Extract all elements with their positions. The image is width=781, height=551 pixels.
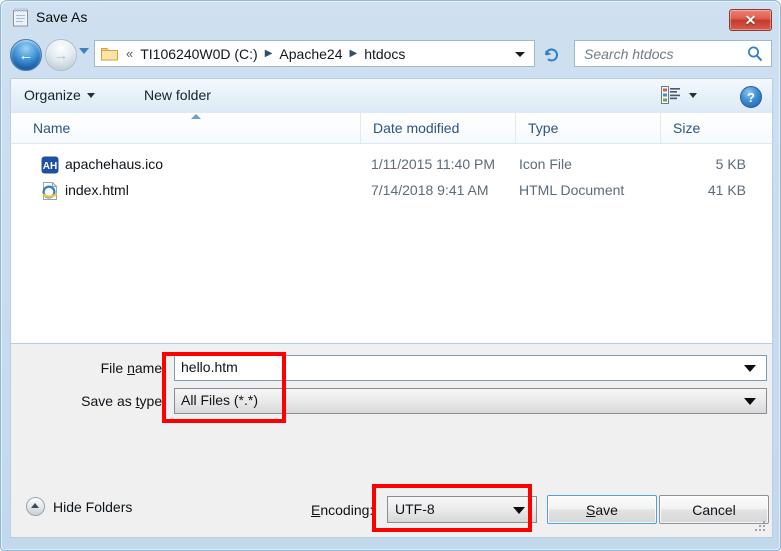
hide-folders-label: Hide Folders <box>53 498 133 515</box>
close-icon: ✕ <box>744 11 757 28</box>
organize-label: Organize <box>24 87 81 103</box>
column-header-size-label: Size <box>673 120 701 136</box>
cancel-label: Cancel <box>692 501 736 518</box>
file-name-label-accel: n <box>127 360 135 376</box>
column-header-size[interactable]: Size <box>661 113 756 143</box>
encoding-label-accel: E <box>311 502 321 518</box>
breadcrumb-separator-icon: ▶ <box>264 48 273 59</box>
column-header-date-modified[interactable]: Date modified <box>361 113 516 143</box>
triangle-down-icon[interactable] <box>513 507 525 514</box>
save-type-label-post: ype: <box>139 393 166 409</box>
breadcrumb-item-htdocs[interactable]: htdocs <box>364 46 405 62</box>
triangle-down-icon <box>86 92 95 98</box>
encoding-dropdown[interactable]: UTF-8 <box>387 496 537 523</box>
breadcrumb-item-drive[interactable]: TI106240W0D (C:) <box>140 46 257 62</box>
save-type-label-pre: Save as <box>81 393 136 409</box>
organize-button[interactable]: Organize <box>24 87 95 103</box>
save-label-post: ave <box>595 501 618 518</box>
file-size-cell: 41 KB <box>707 182 746 198</box>
help-button[interactable]: ? <box>740 86 762 108</box>
save-label-accel: S <box>586 501 596 518</box>
back-arrow-icon: ← <box>18 46 34 64</box>
save-as-type-label: Save as type: <box>31 393 166 409</box>
dialog-footer: Hide Folders Encoding: UTF-8 Save Cancel <box>10 474 773 538</box>
file-name-input[interactable]: hello.htm <box>174 355 767 381</box>
apachehaus-ico-icon: AH <box>41 156 59 174</box>
new-folder-button[interactable]: New folder <box>144 87 211 103</box>
column-header-type-label: Type <box>528 120 559 136</box>
save-as-type-dropdown[interactable]: All Files (*.*) <box>174 388 767 414</box>
file-date-cell: 1/11/2015 11:40 PM <box>371 156 496 172</box>
column-header-name-label: Name <box>33 120 71 136</box>
search-input[interactable]: Search htdocs <box>574 40 772 67</box>
search-placeholder: Search htdocs <box>584 46 674 62</box>
save-as-type-value: All Files (*.*) <box>181 392 259 408</box>
history-dropdown-icon[interactable] <box>79 48 89 54</box>
breadcrumb-separator-icon: ▶ <box>349 48 358 59</box>
refresh-icon <box>544 47 558 61</box>
file-name-value: hello.htm <box>181 359 238 375</box>
encoding-label-post: ncoding: <box>320 502 374 518</box>
close-button[interactable]: ✕ <box>729 9 772 31</box>
breadcrumb-item-apache24[interactable]: Apache24 <box>279 46 342 62</box>
address-bar[interactable]: « TI106240W0D (C:) ▶ Apache24 ▶ htdocs <box>94 40 535 67</box>
encoding-label: Encoding: <box>311 502 373 518</box>
cancel-button[interactable]: Cancel <box>659 495 769 524</box>
table-row[interactable]: index.html 7/14/2018 9:41 AM HTML Docume… <box>11 178 772 204</box>
triangle-down-icon[interactable] <box>744 398 756 405</box>
table-row[interactable]: AH apachehaus.ico 1/11/2015 11:40 PM Ico… <box>11 152 772 178</box>
file-name-label-pre: File <box>100 360 128 376</box>
search-icon <box>748 46 763 62</box>
navigation-bar: ← → « TI106240W0D (C:) ▶ Apache24 ▶ htdo… <box>1 34 781 76</box>
triangle-down-icon <box>689 92 697 98</box>
file-size-cell: 5 KB <box>715 156 746 172</box>
file-date-cell: 7/14/2018 9:41 AM <box>371 182 489 198</box>
column-header-type[interactable]: Type <box>516 113 661 143</box>
collapse-up-icon <box>26 497 45 516</box>
file-name-cell: index.html <box>65 182 129 198</box>
explorer-toolbar: Organize New folder ? <box>10 78 773 113</box>
column-header-row: Name Date modified Type Size <box>10 113 773 144</box>
address-dropdown-icon[interactable] <box>515 52 525 57</box>
file-list[interactable]: AH apachehaus.ico 1/11/2015 11:40 PM Ico… <box>10 144 773 343</box>
column-header-name[interactable]: Name <box>21 113 361 143</box>
help-icon: ? <box>747 89 755 105</box>
title-bar: Save As ✕ <box>1 1 781 34</box>
file-name-label-post: ame: <box>134 360 166 376</box>
change-view-button[interactable] <box>661 86 697 104</box>
save-as-dialog: Save As ✕ ← → « TI106240W0D (C:) ▶ Apach… <box>0 0 781 551</box>
hide-folders-button[interactable]: Hide Folders <box>26 497 132 516</box>
save-form-panel: File name: Save as type: hello.htm All F… <box>10 343 773 474</box>
encoding-value: UTF-8 <box>395 501 435 517</box>
triangle-down-icon[interactable] <box>744 365 756 372</box>
details-view-icon <box>661 86 680 104</box>
internet-explorer-html-icon <box>41 181 59 200</box>
refresh-button[interactable] <box>540 43 562 65</box>
window-title: Save As <box>36 9 88 25</box>
back-button[interactable]: ← <box>10 39 42 71</box>
file-name-label: File name: <box>31 360 166 376</box>
resize-grip-icon[interactable] <box>754 520 766 532</box>
forward-arrow-icon: → <box>53 46 69 64</box>
notepad-document-icon <box>13 8 29 27</box>
file-name-cell: apachehaus.ico <box>65 156 164 172</box>
file-type-cell: HTML Document <box>519 182 625 198</box>
forward-button[interactable]: → <box>45 39 77 71</box>
breadcrumb-overflow-icon[interactable]: « <box>126 46 133 61</box>
column-header-date-label: Date modified <box>373 120 460 136</box>
folder-icon <box>100 46 119 61</box>
file-type-cell: Icon File <box>519 156 572 172</box>
save-button[interactable]: Save <box>547 495 657 524</box>
svg-text:AH: AH <box>43 161 57 172</box>
